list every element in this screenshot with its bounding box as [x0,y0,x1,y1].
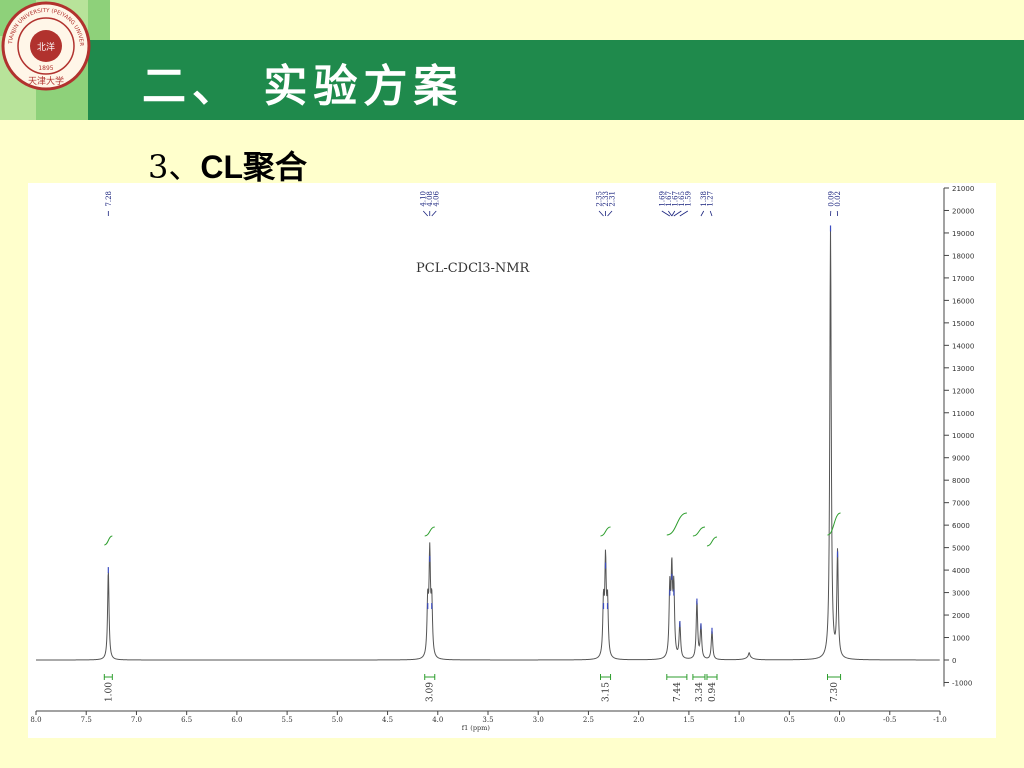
peak-label-connector [700,210,705,217]
x-tick-label: -1.0 [933,716,947,724]
subtitle-number: 3、 [148,148,201,186]
x-tick-label: 1.5 [683,716,694,724]
y-tick-label: 4000 [952,567,970,575]
y-tick-label: 20000 [952,207,974,215]
y-tick-label: 19000 [952,230,974,238]
integral-curve [692,526,706,537]
y-tick-label: 9000 [952,455,970,463]
university-seal-logo: 北洋 1895 天津大学 TIANJIN UNIVERSITY (PEIYANG… [0,0,91,91]
y-tick-label: 16000 [952,297,974,305]
y-tick-label: 6000 [952,522,970,530]
y-tick-label: 17000 [952,275,974,283]
x-tick-label: 0.0 [834,716,845,724]
peak-label-connector [422,210,429,217]
y-tick-label: 7000 [952,500,970,508]
integral-value: 0.94 [708,682,718,702]
spectrum-line [36,227,940,661]
peak-label-connector [598,210,604,217]
peak-label-connector [679,210,689,217]
integral-value: 1.00 [104,682,114,702]
peak-label: 2.31 [609,191,617,207]
integral-value: 3.34 [695,682,705,702]
integral-curve [600,526,611,537]
x-tick-label: 7.5 [81,716,92,724]
integral-curve [666,512,687,536]
x-tick-label: 5.5 [282,716,293,724]
peak-label: 7.28 [105,191,113,207]
peak-label: 4.06 [433,190,441,206]
x-axis-label: f1 (ppm) [462,724,491,732]
x-tick-label: 6.5 [181,716,192,724]
y-tick-label: 14000 [952,342,974,350]
svg-text:天津大学: 天津大学 [28,75,64,87]
y-tick-label: 18000 [952,252,974,260]
y-tick-label: 21000 [952,185,974,193]
x-tick-label: 4.5 [382,716,393,724]
x-tick-label: 2.5 [583,716,594,724]
y-tick-label: -1000 [952,679,972,687]
chart-title: PCL-CDCl3-NMR [416,261,531,276]
svg-text:1895: 1895 [38,65,53,72]
x-tick-label: 8.0 [30,716,41,724]
integral-value: 3.15 [602,682,612,702]
y-tick-label: 3000 [952,590,970,598]
nmr-spectrum-chart: PCL-CDCl3-NMR210002000019000180001700016… [30,185,974,732]
integral-curve [706,536,718,547]
y-tick-label: 5000 [952,545,970,553]
integral-value: 7.44 [673,682,683,702]
peak-label-connector [673,210,682,217]
section-subtitle: 3、CL聚合 [148,142,307,188]
x-tick-label: 7.0 [131,716,142,724]
peak-label: 1.59 [684,191,692,207]
peak-label-connector [607,210,613,217]
peak-label: 0.02 [834,191,842,207]
subtitle-text: CL聚合 [200,149,308,185]
x-tick-label: 3.5 [482,716,493,724]
integral-value: 7.30 [830,682,840,702]
y-tick-label: 8000 [952,477,970,485]
y-tick-label: 2000 [952,612,970,620]
x-tick-label: 5.0 [332,716,343,724]
y-tick-label: 15000 [952,320,974,328]
x-tick-label: 4.0 [432,716,443,724]
peak-label-connector [431,210,437,217]
svg-text:北洋: 北洋 [37,41,55,53]
slide-title: 二、 实验方案 [142,61,464,112]
y-tick-label: 13000 [952,365,974,373]
y-tick-label: 0 [952,657,956,665]
integral-curve [104,535,113,546]
x-tick-label: 6.0 [231,716,242,724]
peak-label-connector [709,210,713,217]
x-tick-label: 2.0 [633,716,644,724]
nmr-spectrum-panel: PCL-CDCl3-NMR 21000 20000 19000 18000 17000 16… [28,183,996,738]
x-tick-label: -0.5 [883,716,897,724]
y-tick-label: 11000 [952,410,974,418]
y-tick-label: 12000 [952,387,974,395]
x-tick-label: 1.0 [734,716,745,724]
y-tick-label: 1000 [952,635,970,643]
x-tick-label: 0.5 [784,716,795,724]
y-tick-label: 10000 [952,432,974,440]
peak-label: 1.27 [707,191,715,207]
integral-value: 3.09 [426,682,436,702]
integral-curve [424,526,435,537]
x-tick-label: 3.0 [533,716,544,724]
